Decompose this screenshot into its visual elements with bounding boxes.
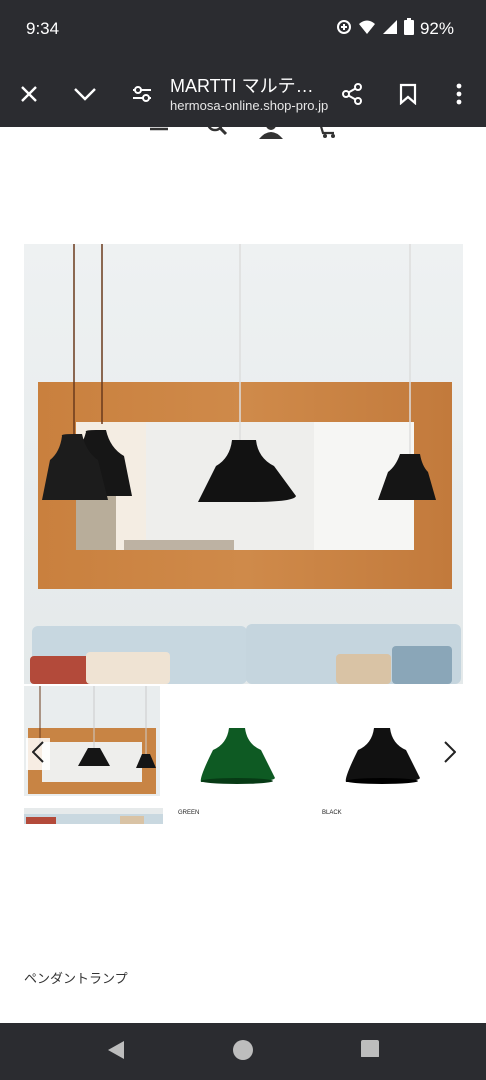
swatch-label-green: GREEN [178,810,200,816]
site-nav [0,127,486,143]
share-icon[interactable] [338,80,366,108]
system-nav-bar [0,1023,486,1080]
data-saver-icon [336,19,352,40]
battery-icon [403,18,414,40]
battery-percent: 92% [419,19,454,38]
more-menu-icon[interactable] [445,80,473,108]
status-icons: 92% [336,18,454,40]
product-caption: ペンダントランプ [24,971,128,986]
product-main-image[interactable] [24,244,463,684]
chevron-right-icon [444,740,457,768]
carousel-prev-button[interactable] [26,738,50,770]
account-icon[interactable] [259,127,283,143]
status-bar: 9:34 92% [0,0,486,60]
chevron-left-icon [31,740,44,768]
carousel-next-button[interactable] [438,738,462,770]
signal-icon [382,19,398,40]
menu-icon[interactable] [150,127,168,142]
cart-icon[interactable] [316,127,338,143]
thumbnail-carousel [24,686,464,796]
search-icon[interactable] [206,127,228,143]
home-icon[interactable] [232,1039,254,1066]
chevron-down-icon[interactable] [71,80,99,108]
status-time: 9:34 [26,19,60,38]
close-icon[interactable] [15,80,43,108]
browser-toolbar: MARTTI マルテ… hermosa-online.shop-pro.jp [0,60,486,127]
page-title: MARTTI マルテ… [170,76,314,96]
thumbnail-black[interactable] [314,686,450,796]
site-settings-icon[interactable] [128,80,156,108]
swatch-label-black: BLACK [322,810,342,816]
thumbnail-green[interactable] [169,686,305,796]
page-url: hermosa-online.shop-pro.jp [170,98,329,113]
wifi-icon [358,19,376,40]
recents-icon[interactable] [361,1039,379,1062]
bookmark-icon[interactable] [394,80,422,108]
back-icon[interactable] [106,1039,126,1066]
thumbnail-room-2[interactable] [24,808,163,824]
